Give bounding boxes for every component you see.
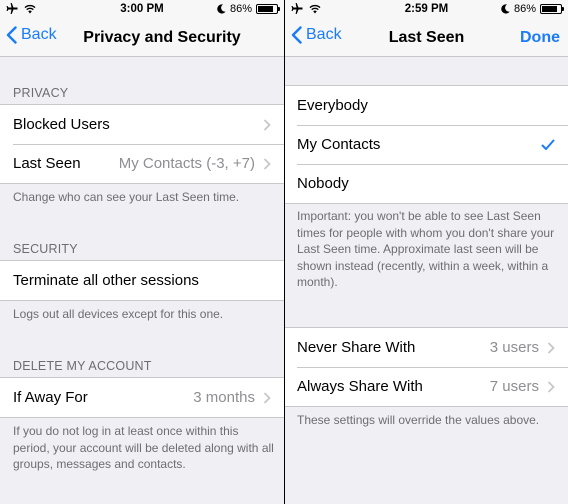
delete-account-section-header: DELETE MY ACCOUNT xyxy=(13,359,152,373)
always-share-with-label: Always Share With xyxy=(297,378,423,395)
last-seen-screen: 2:59 PM 86% Back Last Seen Done Everybod… xyxy=(285,0,568,504)
chevron-left-icon xyxy=(6,26,17,44)
last-seen-label: Last Seen xyxy=(13,155,81,172)
navigation-bar: Back Last Seen Done xyxy=(285,20,568,57)
never-share-with-row[interactable]: Never Share With 3 users xyxy=(285,328,568,367)
battery-percent: 86% xyxy=(513,3,536,15)
never-share-with-value: 3 users xyxy=(489,339,539,356)
option-my-contacts[interactable]: My Contacts xyxy=(285,125,568,164)
moon-icon xyxy=(217,4,226,14)
chevron-right-icon xyxy=(547,341,555,354)
navigation-bar: Back Privacy and Security xyxy=(0,20,284,57)
delete-account-footer: If you do not log in at least once withi… xyxy=(13,424,274,471)
battery-icon xyxy=(256,4,280,14)
option-everybody[interactable]: Everybody xyxy=(285,86,568,125)
blocked-users-label: Blocked Users xyxy=(13,116,110,133)
chevron-right-icon xyxy=(263,391,271,404)
option-everybody-label: Everybody xyxy=(297,97,368,114)
moon-icon xyxy=(501,4,510,14)
if-away-for-label: If Away For xyxy=(13,389,88,406)
never-share-with-label: Never Share With xyxy=(297,339,416,356)
last-seen-value: My Contacts (-3, +7) xyxy=(118,155,255,172)
security-section-header: SECURITY xyxy=(13,242,78,256)
security-footer: Logs out all devices except for this one… xyxy=(13,307,224,321)
chevron-right-icon xyxy=(263,118,271,131)
battery-percent: 86% xyxy=(229,3,252,15)
last-seen-options-footer: Important: you won't be able to see Last… xyxy=(297,209,555,289)
battery-icon xyxy=(540,4,564,14)
status-bar: 3:00 PM 86% xyxy=(0,0,284,20)
terminate-sessions-label: Terminate all other sessions xyxy=(13,272,199,289)
screens: 3:00 PM 86% Back Privacy and Security PR… xyxy=(0,0,568,504)
privacy-security-screen: 3:00 PM 86% Back Privacy and Security PR… xyxy=(0,0,284,504)
option-my-contacts-label: My Contacts xyxy=(297,136,381,153)
always-share-with-value: 7 users xyxy=(489,378,539,395)
checkmark-icon xyxy=(541,139,555,150)
chevron-right-icon xyxy=(263,157,271,170)
security-group: Terminate all other sessions xyxy=(0,260,284,301)
always-share-with-row[interactable]: Always Share With 7 users xyxy=(285,367,568,406)
page-title: Privacy and Security xyxy=(83,29,241,46)
privacy-footer: Change who can see your Last Seen time. xyxy=(13,190,240,204)
option-nobody[interactable]: Nobody xyxy=(285,164,568,203)
if-away-for-row[interactable]: If Away For 3 months xyxy=(0,378,284,417)
exceptions-footer: These settings will override the values … xyxy=(297,413,540,427)
status-right: 86% xyxy=(501,3,564,15)
status-bar: 2:59 PM 86% xyxy=(285,0,568,20)
if-away-for-value: 3 months xyxy=(193,389,255,406)
done-button[interactable]: Done xyxy=(520,29,560,47)
delete-account-group: If Away For 3 months xyxy=(0,377,284,418)
privacy-section-header: PRIVACY xyxy=(13,86,69,100)
blocked-users-row[interactable]: Blocked Users xyxy=(0,105,284,144)
last-seen-row[interactable]: Last Seen My Contacts (-3, +7) xyxy=(0,144,284,183)
option-nobody-label: Nobody xyxy=(297,175,349,192)
chevron-right-icon xyxy=(547,380,555,393)
last-seen-options-group: Everybody My Contacts Nobody xyxy=(285,85,568,204)
terminate-sessions-row[interactable]: Terminate all other sessions xyxy=(0,261,284,300)
privacy-group: Blocked Users Last Seen My Contacts (-3,… xyxy=(0,104,284,184)
exceptions-group: Never Share With 3 users Always Share Wi… xyxy=(285,327,568,407)
status-right: 86% xyxy=(217,3,280,15)
